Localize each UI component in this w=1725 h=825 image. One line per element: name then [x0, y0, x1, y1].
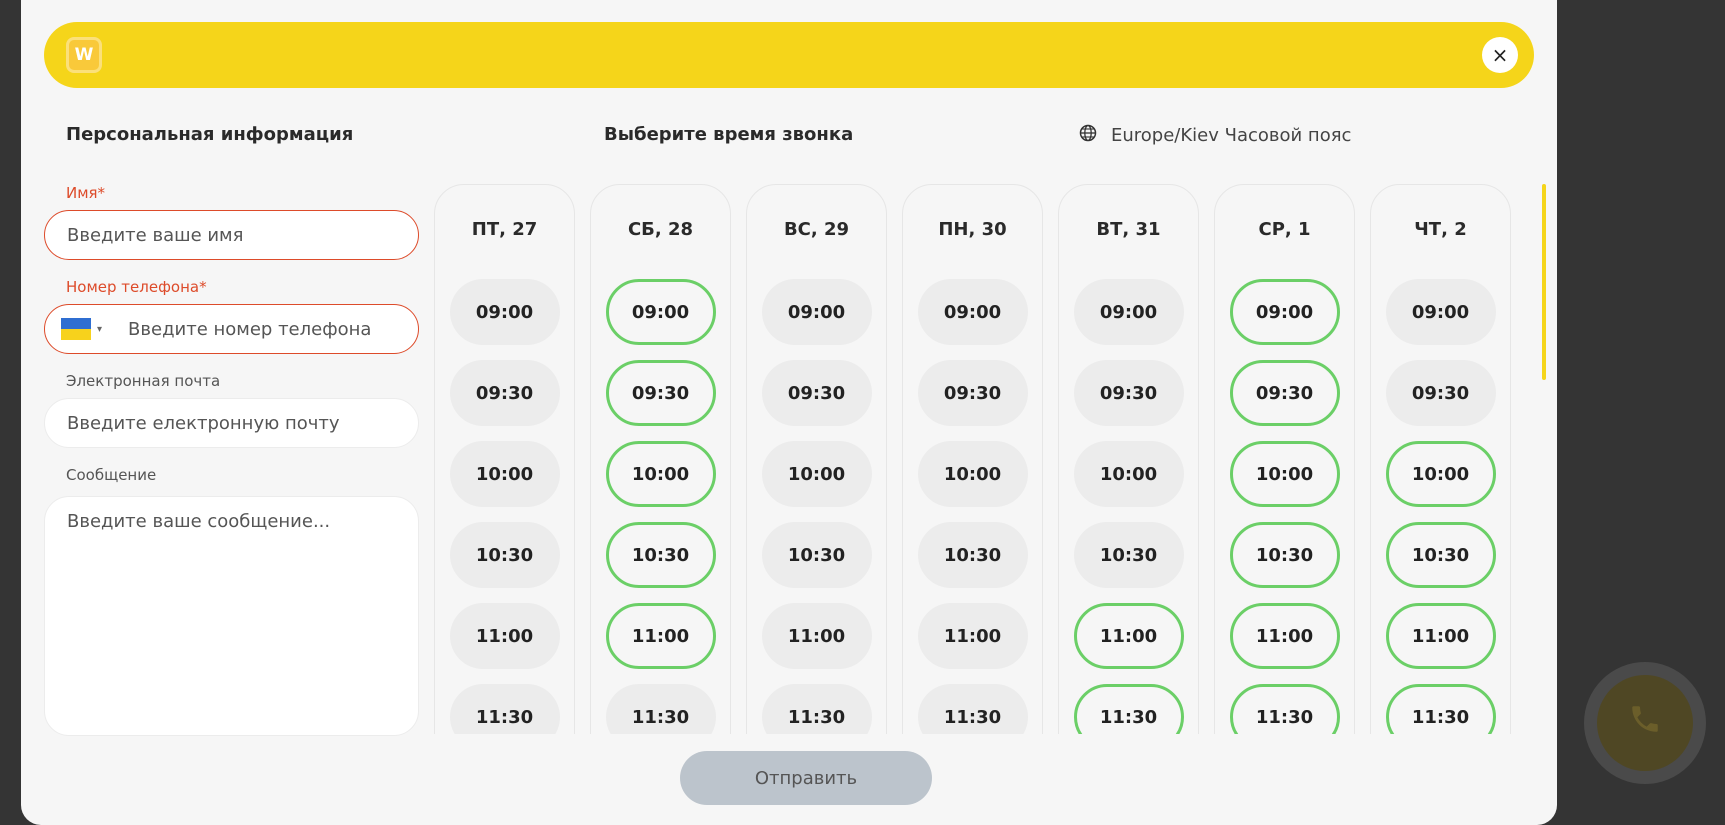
- time-slot-available[interactable]: 10:00: [605, 441, 716, 507]
- time-slot[interactable]: 11:30: [605, 684, 716, 734]
- slot-list: 09:00 09:30 10:00 10:30 11:00 11:30: [1371, 279, 1510, 734]
- day-header: СР, 1: [1258, 219, 1311, 240]
- time-slot-available[interactable]: 11:00: [1229, 603, 1340, 669]
- name-placeholder: Введите ваше имя: [67, 224, 244, 246]
- time-slot[interactable]: 09:00: [761, 279, 872, 345]
- day-header: ВС, 29: [783, 219, 850, 240]
- time-slot-available[interactable]: 11:00: [1073, 603, 1184, 669]
- day-column: ЧТ, 2 09:00 09:30 10:00 10:30 11:00 11:30: [1370, 184, 1511, 734]
- time-slot[interactable]: 09:00: [1385, 279, 1496, 345]
- message-label: Сообщение: [66, 466, 157, 484]
- logo: W: [66, 37, 102, 73]
- time-slot-available[interactable]: 09:00: [605, 279, 716, 345]
- slot-list: 09:00 09:30 10:00 10:30 11:00 11:30: [1059, 279, 1198, 734]
- name-label: Имя*: [66, 184, 106, 202]
- time-slot[interactable]: 10:30: [1073, 522, 1184, 588]
- day-column: ВТ, 31 09:00 09:30 10:00 10:30 11:00 11:30: [1058, 184, 1199, 734]
- day-column: ВС, 29 09:00 09:30 10:00 10:30 11:00 11:30: [746, 184, 887, 734]
- time-slot[interactable]: 11:30: [761, 684, 872, 734]
- time-slot[interactable]: 09:30: [1073, 360, 1184, 426]
- time-slot-available[interactable]: 10:30: [605, 522, 716, 588]
- email-placeholder: Введите електронную почту: [67, 412, 340, 434]
- message-field[interactable]: Введите ваше сообщение...: [44, 496, 419, 736]
- scrollbar[interactable]: [1542, 184, 1546, 380]
- day-column: СБ, 28 09:00 09:30 10:00 10:30 11:00 11:30: [590, 184, 731, 734]
- time-slot[interactable]: 10:00: [917, 441, 1028, 507]
- slot-list: 09:00 09:30 10:00 10:30 11:00 11:30: [903, 279, 1042, 734]
- time-slot-available[interactable]: 11:00: [1385, 603, 1496, 669]
- header-bar: W ×: [44, 22, 1534, 88]
- time-slot-available[interactable]: 09:30: [1229, 360, 1340, 426]
- time-slot[interactable]: 09:30: [917, 360, 1028, 426]
- time-slot[interactable]: 09:30: [449, 360, 560, 426]
- time-slot[interactable]: 11:30: [449, 684, 560, 734]
- booking-modal: W × Персональная информация Выберите вре…: [21, 0, 1557, 825]
- time-slot-available[interactable]: 10:30: [1229, 522, 1340, 588]
- time-slot-available[interactable]: 10:00: [1385, 441, 1496, 507]
- time-slot[interactable]: 09:30: [1385, 360, 1496, 426]
- day-header: ПН, 30: [938, 219, 1007, 240]
- submit-button[interactable]: Отправить: [680, 751, 932, 805]
- message-placeholder: Введите ваше сообщение...: [67, 511, 331, 532]
- time-slot[interactable]: 10:00: [761, 441, 872, 507]
- time-slot[interactable]: 09:00: [449, 279, 560, 345]
- time-slot-available[interactable]: 10:00: [1229, 441, 1340, 507]
- time-slot-available[interactable]: 11:30: [1385, 684, 1496, 734]
- email-field[interactable]: Введите електронную почту: [44, 398, 419, 448]
- ukraine-flag-icon[interactable]: [61, 318, 91, 340]
- timezone: Europe/Kiev Часовой пояс: [1079, 124, 1351, 147]
- time-slot-available[interactable]: 09:00: [1229, 279, 1340, 345]
- slot-list: 09:00 09:30 10:00 10:30 11:00 11:30: [1215, 279, 1354, 734]
- name-field[interactable]: Введите ваше имя: [44, 210, 419, 260]
- personal-info-title: Персональная информация: [66, 124, 354, 145]
- globe-icon: [1079, 124, 1097, 147]
- schedule-title: Выберите время звонка: [604, 124, 854, 145]
- day-column: ПН, 30 09:00 09:30 10:00 10:30 11:00 11:30: [902, 184, 1043, 734]
- time-slot[interactable]: 10:30: [449, 522, 560, 588]
- time-slot-available[interactable]: 09:30: [605, 360, 716, 426]
- day-column: ПТ, 27 09:00 09:30 10:00 10:30 11:00 11:30: [434, 184, 575, 734]
- time-slot[interactable]: 11:30: [917, 684, 1028, 734]
- time-slot-available[interactable]: 10:30: [1385, 522, 1496, 588]
- slot-list: 09:00 09:30 10:00 10:30 11:00 11:30: [591, 279, 730, 734]
- slot-list: 09:00 09:30 10:00 10:30 11:00 11:30: [435, 279, 574, 734]
- close-button[interactable]: ×: [1482, 37, 1518, 73]
- time-slot[interactable]: 10:00: [449, 441, 560, 507]
- days-grid: ПТ, 27 09:00 09:30 10:00 10:30 11:00 11:30 СБ, …: [434, 184, 1540, 734]
- phone-field[interactable]: ▾ Введите номер телефона: [44, 304, 419, 354]
- day-column: СР, 1 09:00 09:30 10:00 10:30 11:00 11:30: [1214, 184, 1355, 734]
- chevron-down-icon[interactable]: ▾: [97, 324, 102, 335]
- time-slot[interactable]: 11:00: [917, 603, 1028, 669]
- day-header: ПТ, 27: [471, 219, 538, 240]
- close-icon: ×: [1491, 43, 1509, 67]
- time-slot[interactable]: 09:00: [917, 279, 1028, 345]
- day-header: СБ, 28: [627, 219, 694, 240]
- time-slot[interactable]: 10:00: [1073, 441, 1184, 507]
- time-slot[interactable]: 10:30: [761, 522, 872, 588]
- time-slot-available[interactable]: 11:30: [1073, 684, 1184, 734]
- timezone-label: Europe/Kiev Часовой пояс: [1111, 125, 1352, 146]
- time-slot[interactable]: 09:30: [761, 360, 872, 426]
- time-slot-available[interactable]: 11:00: [605, 603, 716, 669]
- time-slot-available[interactable]: 11:30: [1229, 684, 1340, 734]
- day-header: ВТ, 31: [1096, 219, 1161, 240]
- day-header: ЧТ, 2: [1414, 219, 1467, 240]
- slot-list: 09:00 09:30 10:00 10:30 11:00 11:30: [747, 279, 886, 734]
- time-slot[interactable]: 09:00: [1073, 279, 1184, 345]
- phone-label: Номер телефона*: [66, 278, 207, 296]
- email-label: Электронная почта: [66, 372, 221, 390]
- time-slot[interactable]: 10:30: [917, 522, 1028, 588]
- time-slot[interactable]: 11:00: [761, 603, 872, 669]
- phone-icon: [1628, 702, 1662, 745]
- phone-placeholder: Введите номер телефона: [128, 318, 372, 340]
- time-slot[interactable]: 11:00: [449, 603, 560, 669]
- call-button[interactable]: [1597, 675, 1693, 771]
